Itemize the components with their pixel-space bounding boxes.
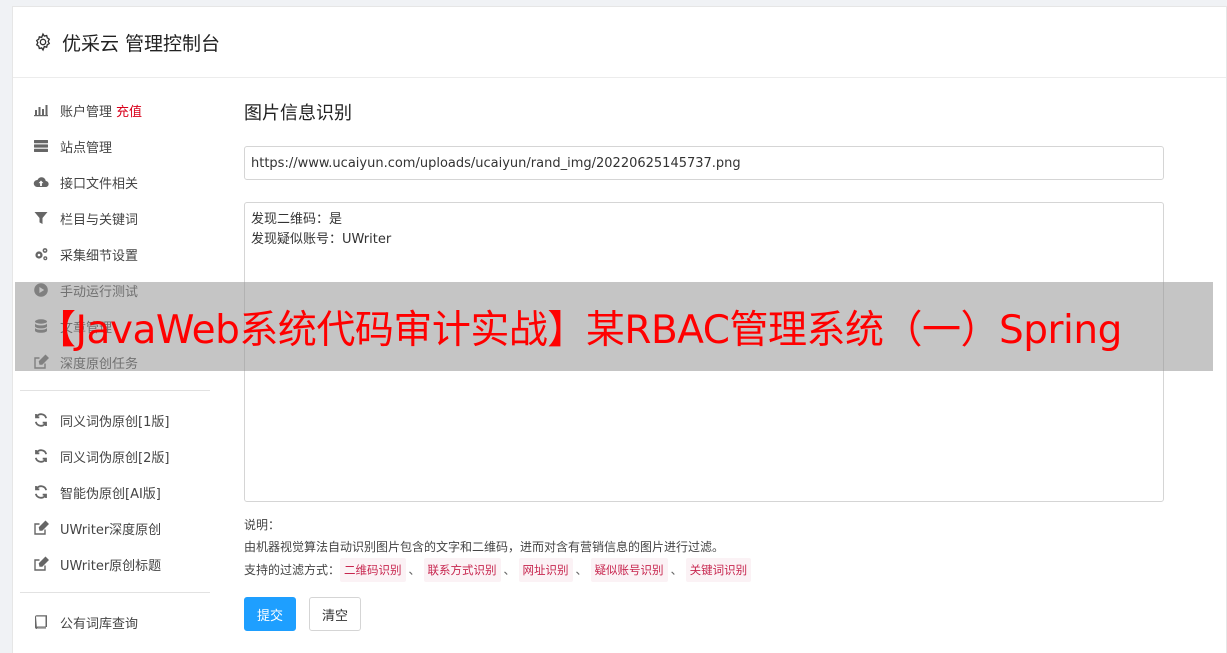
sidebar-item-group1-0[interactable]: 账户管理 充值 — [20, 92, 210, 128]
filter-tag-list: 二维码识别、联系方式识别、网址识别、疑似账号识别、关键词识别 — [340, 558, 752, 582]
edit-icon — [32, 519, 50, 537]
sidebar-item-label: 同义词伪原创[2版] — [60, 450, 170, 466]
filter-tag: 关键词识别 — [685, 558, 752, 582]
sidebar-item-label: 账户管理 — [60, 104, 113, 120]
sidebar-item-label: UWriter深度原创 — [60, 522, 162, 538]
sidebar-item-group1-3[interactable]: 栏目与关键词 — [20, 200, 210, 236]
sidebar-item-group2-1[interactable]: 同义词伪原创[2版] — [20, 438, 210, 474]
sidebar-item-label: 同义词伪原创[1版] — [60, 414, 170, 430]
filters-label: 支持的过滤方式： — [244, 563, 341, 577]
sidebar-divider — [20, 390, 210, 391]
article-title-banner: 【JavaWeb系统代码审计实战】某RBAC管理系统（一）Spring — [15, 282, 1213, 371]
refresh-icon — [32, 483, 50, 501]
tag-separator: 、 — [670, 563, 683, 577]
sidebar-group-lexicon: 公有词库查询 — [20, 604, 210, 640]
filter-tag: 二维码识别 — [340, 558, 406, 582]
sidebar-item-label: UWriter原创标题 — [60, 558, 162, 574]
sidebar-item-label: 栏目与关键词 — [60, 212, 139, 228]
sidebar-item-group2-0[interactable]: 同义词伪原创[1版] — [20, 402, 210, 438]
sidebar-divider — [20, 592, 210, 593]
edit-icon — [32, 555, 50, 573]
page-header: 优采云 管理控制台 — [13, 7, 1226, 78]
page-title: 图片信息识别 — [244, 103, 352, 124]
filter-icon — [32, 209, 50, 227]
tag-separator: 、 — [503, 563, 516, 577]
filter-tag: 疑似账号识别 — [590, 558, 668, 582]
banner-text: 【JavaWeb系统代码审计实战】某RBAC管理系统（一）Spring — [37, 307, 1122, 353]
clear-button[interactable]: 清空 — [309, 597, 362, 631]
sidebar-item-label: 公有词库查询 — [60, 616, 139, 632]
notes-label: 说明： — [244, 518, 281, 532]
bar-chart-icon — [32, 101, 50, 119]
sidebar-item-label: 接口文件相关 — [60, 176, 139, 192]
cloud-upload-icon — [32, 173, 50, 191]
gears-icon — [32, 245, 50, 263]
filter-methods: 支持的过滤方式： 二维码识别、联系方式识别、网址识别、疑似账号识别、关键词识别 — [244, 558, 1164, 582]
sidebar-item-group1-4[interactable]: 采集细节设置 — [20, 236, 210, 272]
action-buttons: 提交 清空 — [244, 597, 1164, 631]
notes: 说明： 由机器视觉算法自动识别图片包含的文字和二维码，进而对含有营销信息的图片进… — [244, 514, 1164, 582]
sidebar-item-group1-2[interactable]: 接口文件相关 — [20, 164, 210, 200]
filter-tag: 网址识别 — [518, 558, 573, 582]
sidebar-item-group3-0[interactable]: 公有词库查询 — [20, 604, 210, 640]
image-url-input[interactable] — [244, 146, 1164, 180]
server-icon — [32, 137, 50, 155]
sidebar-item-label: 智能伪原创[AI版] — [60, 486, 161, 502]
sidebar-group-rewrite: 同义词伪原创[1版] 同义词伪原创[2版] 智能伪原创[AI版] UWriter深度原… — [20, 402, 210, 582]
sidebar-item-group2-3[interactable]: UWriter深度原创 — [20, 510, 210, 546]
recharge-link[interactable]: 充值 — [116, 101, 142, 120]
sidebar-item-group2-2[interactable]: 智能伪原创[AI版] — [20, 474, 210, 510]
tag-separator: 、 — [575, 563, 588, 577]
gear-icon — [35, 32, 51, 52]
sidebar-item-label: 采集细节设置 — [60, 248, 139, 264]
submit-button[interactable]: 提交 — [244, 597, 297, 631]
notes-description: 由机器视觉算法自动识别图片包含的文字和二维码，进而对含有营销信息的图片进行过滤。 — [244, 540, 725, 554]
book-icon — [32, 613, 50, 631]
refresh-icon — [32, 447, 50, 465]
refresh-icon — [32, 411, 50, 429]
sidebar-item-label: 站点管理 — [60, 140, 113, 156]
filter-tag: 联系方式识别 — [423, 558, 501, 582]
tag-separator: 、 — [408, 563, 421, 577]
app-title: 优采云 管理控制台 — [62, 32, 221, 55]
sidebar-item-group2-4[interactable]: UWriter原创标题 — [20, 546, 210, 582]
sidebar-item-group1-1[interactable]: 站点管理 — [20, 128, 210, 164]
